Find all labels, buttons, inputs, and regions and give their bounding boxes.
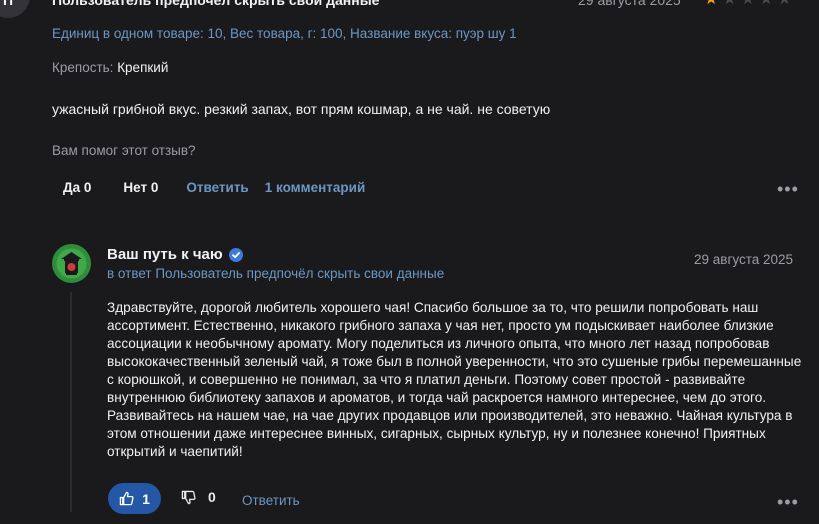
strength-value: Крепкий — [117, 60, 169, 75]
dislike-count: 0 — [208, 489, 216, 505]
answer-date: 29 августа 2025 — [694, 252, 794, 267]
comments-link[interactable]: 1 комментарий — [265, 180, 366, 195]
star-empty-icon: ★ — [722, 0, 736, 8]
star-filled-icon: ★ — [704, 0, 718, 8]
more-dots-icon[interactable]: ••• — [777, 493, 799, 511]
strength-attribute: Крепость: Крепкий — [52, 60, 168, 75]
review-date: 29 августа 2025 — [578, 0, 681, 8]
shop-name: Ваш путь к чаю — [107, 246, 243, 263]
review-author: Пользователь предпочел скрыть свои данны… — [52, 0, 380, 8]
shop-logo — [52, 244, 91, 283]
star-empty-icon: ★ — [741, 0, 755, 8]
more-dots-icon[interactable]: ••• — [777, 180, 799, 198]
verified-check-icon — [228, 247, 243, 262]
review-actions: Да 0 Нет 0 Ответить 1 комментарий — [63, 180, 365, 195]
helpful-yes-button[interactable]: Да 0 — [63, 180, 91, 195]
reply-to-link[interactable]: в ответ Пользователь предпочёл скрыть св… — [107, 266, 444, 281]
like-count: 1 — [142, 490, 150, 507]
thread-line — [70, 292, 72, 512]
star-empty-icon: ★ — [777, 0, 791, 8]
thumbs-up-icon — [119, 491, 134, 506]
rating-stars: ★ ★ ★ ★ ★ — [704, 0, 792, 8]
review-text: ужасный грибной вкус. резкий запах, вот … — [52, 101, 551, 117]
reply-button[interactable]: Ответить — [186, 180, 248, 195]
like-button[interactable]: 1 — [108, 483, 161, 514]
star-empty-icon: ★ — [759, 0, 773, 8]
strength-label: Крепость: — [52, 60, 114, 75]
product-variant-info: Единиц в одном товаре: 10, Вес товара, г… — [52, 26, 517, 41]
answer-text: Здравствуйте, дорогой любитель хорошего … — [107, 300, 802, 459]
helpful-no-button[interactable]: Нет 0 — [123, 180, 158, 195]
reviewer-avatar: П — [0, 0, 30, 18]
helpful-question: Вам помог этот отзыв? — [52, 143, 196, 158]
answer-reply-button[interactable]: Ответить — [242, 493, 300, 508]
avatar-letter: П — [2, 0, 14, 8]
dislike-button[interactable]: 0 — [181, 489, 216, 505]
shop-name-text: Ваш путь к чаю — [107, 246, 223, 263]
thumbs-down-icon — [181, 490, 196, 504]
